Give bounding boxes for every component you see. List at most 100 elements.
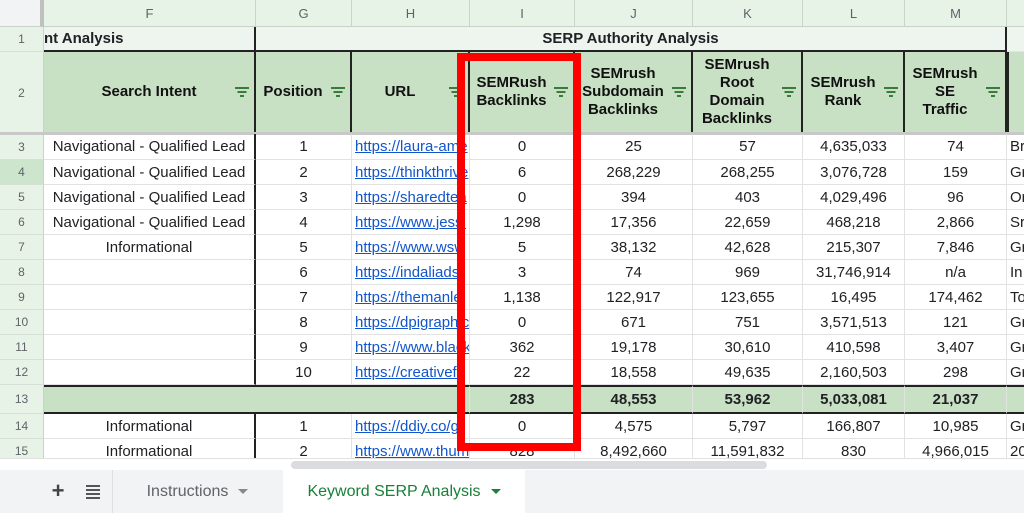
cell-next[interactable]: Gr: [1007, 360, 1024, 385]
cell-position[interactable]: 7: [256, 285, 352, 310]
cell-traffic[interactable]: 4,966,015: [905, 439, 1007, 458]
cell-intent[interactable]: Navigational - Qualified Lead: [44, 160, 256, 185]
cell-root[interactable]: 5,797: [693, 414, 803, 439]
column-header-g[interactable]: G: [256, 0, 352, 27]
cell-position[interactable]: 3: [256, 185, 352, 210]
cell-traffic[interactable]: 74: [905, 134, 1007, 160]
cell-rank[interactable]: 410,598: [803, 335, 905, 360]
row-header[interactable]: 13: [0, 385, 44, 414]
cell-position[interactable]: 2: [256, 439, 352, 458]
row-header[interactable]: 15: [0, 439, 44, 458]
select-all-corner[interactable]: [0, 0, 44, 27]
cell-next[interactable]: Br: [1007, 134, 1024, 160]
cell-rank[interactable]: 2,160,503: [803, 360, 905, 385]
filter-icon[interactable]: [782, 87, 796, 97]
cell-rank[interactable]: 166,807: [803, 414, 905, 439]
cell-position[interactable]: 6: [256, 260, 352, 285]
row-header[interactable]: 4: [0, 160, 44, 185]
cell-next[interactable]: Gr: [1007, 335, 1024, 360]
cell-intent[interactable]: Navigational - Qualified Lead: [44, 210, 256, 235]
cell-subdomain[interactable]: 18,558: [575, 360, 693, 385]
cell-rank[interactable]: 830: [803, 439, 905, 458]
cell-rank[interactable]: 31,746,914: [803, 260, 905, 285]
scrollbar-thumb[interactable]: [291, 461, 767, 469]
row-header[interactable]: 5: [0, 185, 44, 210]
url-link[interactable]: https://themanle: [352, 285, 470, 310]
url-link[interactable]: https://www.black: [352, 335, 470, 360]
cell-traffic[interactable]: 2,866: [905, 210, 1007, 235]
cell-traffic[interactable]: 96: [905, 185, 1007, 210]
row-header[interactable]: 14: [0, 414, 44, 439]
url-link[interactable]: https://ddiy.co/gr: [352, 414, 470, 439]
cell-rank[interactable]: 3,076,728: [803, 160, 905, 185]
cell-rank[interactable]: 4,635,033: [803, 134, 905, 160]
cell-next[interactable]: Sr: [1007, 210, 1024, 235]
cell-traffic[interactable]: 121: [905, 310, 1007, 335]
cell-rank[interactable]: 16,495: [803, 285, 905, 310]
cell-next[interactable]: Gr: [1007, 310, 1024, 335]
url-link[interactable]: https://indaliads: [352, 260, 470, 285]
cell-position[interactable]: 4: [256, 210, 352, 235]
cell-intent[interactable]: Navigational - Qualified Lead: [44, 185, 256, 210]
cell-position[interactable]: 2: [256, 160, 352, 185]
row-header[interactable]: 2: [0, 52, 44, 134]
cell-position[interactable]: 10: [256, 360, 352, 385]
cell-subdomain[interactable]: 394: [575, 185, 693, 210]
add-sheet-button[interactable]: +: [44, 476, 72, 506]
cell-subdomain[interactable]: 671: [575, 310, 693, 335]
url-link[interactable]: https://sharedtea: [352, 185, 470, 210]
cell-subdomain[interactable]: 74: [575, 260, 693, 285]
cell-next[interactable]: In: [1007, 260, 1024, 285]
cell-position[interactable]: 1: [256, 414, 352, 439]
header-search-intent[interactable]: Search Intent: [44, 52, 256, 134]
cell-intent[interactable]: [44, 260, 256, 285]
cell-next[interactable]: Gr: [1007, 235, 1024, 260]
cell-rank[interactable]: 4,029,496: [803, 185, 905, 210]
cell-root[interactable]: 42,628: [693, 235, 803, 260]
url-link[interactable]: https://www.wsw: [352, 235, 470, 260]
cell-subdomain[interactable]: 38,132: [575, 235, 693, 260]
cell-next[interactable]: To: [1007, 285, 1024, 310]
cell-traffic[interactable]: 298: [905, 360, 1007, 385]
cell-next[interactable]: Gr: [1007, 160, 1024, 185]
cell-position[interactable]: 8: [256, 310, 352, 335]
cell-traffic[interactable]: 159: [905, 160, 1007, 185]
row-header[interactable]: 9: [0, 285, 44, 310]
sheet-tab-keyword-serp-analysis[interactable]: Keyword SERP Analysis: [283, 470, 525, 513]
cell-traffic[interactable]: n/a: [905, 260, 1007, 285]
column-header-j[interactable]: J: [575, 0, 693, 27]
cell-intent[interactable]: Informational: [44, 439, 256, 458]
column-header-i[interactable]: I: [470, 0, 575, 27]
cell-next[interactable]: Or: [1007, 185, 1024, 210]
header-se-traffic[interactable]: SEMrush SE Traffic: [905, 52, 1007, 134]
cell-root[interactable]: 969: [693, 260, 803, 285]
cell-next[interactable]: 20: [1007, 439, 1024, 459]
url-link[interactable]: https://dpigraphic: [352, 310, 470, 335]
cell-traffic[interactable]: 3,407: [905, 335, 1007, 360]
cell-traffic[interactable]: 10,985: [905, 414, 1007, 439]
cell-root[interactable]: 22,659: [693, 210, 803, 235]
sheet-tab-instructions[interactable]: Instructions: [112, 470, 282, 513]
total-rank[interactable]: 5,033,081: [803, 385, 905, 414]
row-header[interactable]: 11: [0, 335, 44, 360]
column-header-m[interactable]: M: [905, 0, 1007, 27]
total-traffic[interactable]: 21,037: [905, 385, 1007, 414]
cell-intent[interactable]: [44, 335, 256, 360]
filter-icon[interactable]: [235, 87, 249, 97]
cell-root[interactable]: 11,591,832: [693, 439, 803, 458]
cell-position[interactable]: 9: [256, 335, 352, 360]
spreadsheet-grid[interactable]: F G H I J K L M 1 2 3 4 5 6 7 8 9 10 11 12 13 14 15 nt Analysis…: [0, 0, 1024, 458]
url-link[interactable]: https://thinkthrive: [352, 160, 470, 185]
row-header[interactable]: 3: [0, 134, 44, 160]
cell-root[interactable]: 123,655: [693, 285, 803, 310]
cell-subdomain[interactable]: 268,229: [575, 160, 693, 185]
cell-intent[interactable]: [44, 285, 256, 310]
cell-subdomain[interactable]: 4,575: [575, 414, 693, 439]
cell-subdomain[interactable]: 25: [575, 134, 693, 160]
cell-subdomain[interactable]: 122,917: [575, 285, 693, 310]
header-subdomain-backlinks[interactable]: SEMrush Subdomain Backlinks: [575, 52, 693, 134]
column-header-h[interactable]: H: [352, 0, 470, 27]
cell-root[interactable]: 751: [693, 310, 803, 335]
cell-next[interactable]: Gr: [1007, 414, 1024, 439]
row-header[interactable]: 12: [0, 360, 44, 385]
